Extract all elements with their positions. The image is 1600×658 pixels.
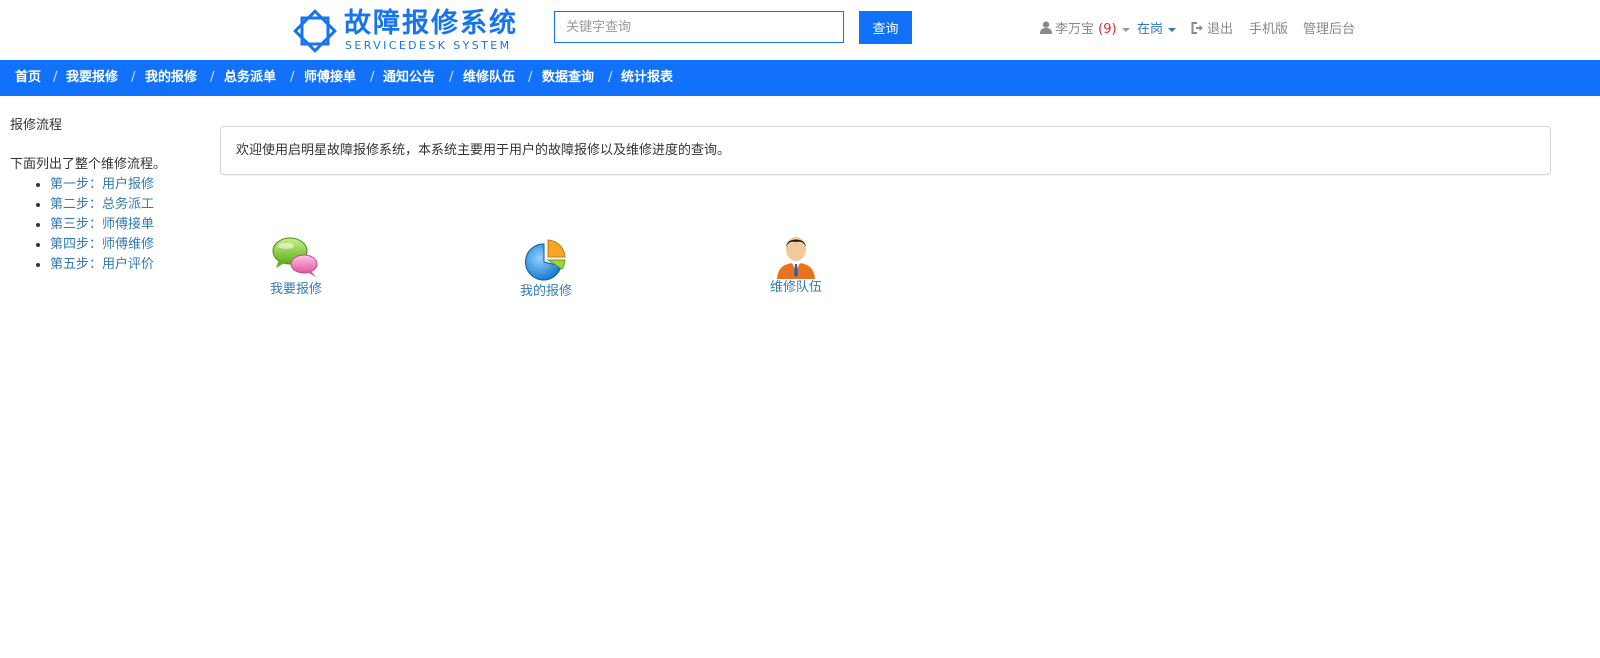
logo-title: 故障报修系统	[344, 8, 518, 39]
step-link-5[interactable]: 第五步：用户评价	[50, 257, 154, 272]
nav-separator: /	[449, 70, 454, 85]
nav-separator: /	[290, 70, 295, 85]
nav-separator: /	[210, 70, 215, 85]
logo[interactable]: 故障报修系统 SERVICEDESK SYSTEM	[292, 8, 532, 54]
chevron-down-icon	[1121, 27, 1130, 32]
quick-link-team[interactable]: 维修队伍	[736, 235, 856, 297]
list-item: 第二步：总务派工	[50, 195, 154, 215]
nav-item-dispatch[interactable]: 总务派单	[224, 60, 276, 96]
list-item: 第一步：用户报修	[50, 175, 154, 195]
list-item: 第五步：用户评价	[50, 255, 154, 275]
nav-item-reports[interactable]: 统计报表	[621, 60, 673, 96]
nav-item-data-query[interactable]: 数据查询	[542, 60, 594, 96]
nav-separator: /	[528, 70, 533, 85]
main-navbar: 首页 / 我要报修 / 我的报修 / 总务派单 / 师傅接单 / 通知公告 / …	[0, 60, 1600, 96]
nav-item-accept-order[interactable]: 师傅接单	[304, 60, 356, 96]
chevron-down-icon	[1168, 27, 1177, 32]
sidebar-title: 报修流程	[10, 118, 63, 133]
logout-link[interactable]: 退出	[1191, 20, 1233, 40]
list-item: 第三步：师傅接单	[50, 215, 154, 235]
status-label: 在岗	[1137, 22, 1164, 37]
nav-item-notices[interactable]: 通知公告	[383, 60, 435, 96]
process-steps-list: 第一步：用户报修 第二步：总务派工 第三步：师傅接单 第四步：师傅维修 第五步：…	[10, 175, 154, 275]
logout-label: 退出	[1207, 22, 1234, 37]
quick-link-submit-repair[interactable]: 我要报修	[236, 235, 356, 299]
step-link-2[interactable]: 第二步：总务派工	[50, 197, 154, 212]
quick-link-label: 我要报修	[269, 282, 322, 297]
person-icon	[777, 237, 815, 279]
chat-bubbles-icon	[272, 237, 318, 277]
user-count-badge: (9)	[1098, 22, 1117, 37]
diamond-logo-icon	[293, 9, 337, 53]
sign-out-icon	[1191, 22, 1203, 34]
nav-item-submit-repair[interactable]: 我要报修	[66, 60, 118, 96]
status-dropdown[interactable]: 在岗	[1137, 20, 1177, 40]
nav-separator: /	[53, 70, 58, 85]
logo-subtitle: SERVICEDESK SYSTEM	[345, 39, 512, 52]
quick-link-label: 我的报修	[519, 284, 572, 299]
step-link-3[interactable]: 第三步：师傅接单	[50, 217, 154, 232]
welcome-text: 欢迎使用启明星故障报修系统，本系统主要用于用户的故障报修以及维修进度的查询。	[236, 143, 731, 158]
step-link-1[interactable]: 第一步：用户报修	[50, 177, 154, 192]
search-button[interactable]: 查询	[859, 11, 912, 44]
nav-separator: /	[131, 70, 136, 85]
user-menu[interactable]: 李万宝 (9)	[1040, 20, 1130, 40]
nav-item-home[interactable]: 首页	[15, 60, 41, 96]
nav-separator: /	[608, 70, 613, 85]
quick-link-my-repairs[interactable]: 我的报修	[486, 235, 606, 301]
pie-chart-icon	[525, 239, 566, 281]
quick-link-label: 维修队伍	[769, 280, 822, 295]
header: 故障报修系统 SERVICEDESK SYSTEM 查询 李万宝 (9) 在岗 …	[0, 0, 1600, 60]
list-item: 第四步：师傅维修	[50, 235, 154, 255]
user-icon	[1040, 21, 1052, 34]
nav-item-my-repairs[interactable]: 我的报修	[145, 60, 197, 96]
sidebar-description: 下面列出了整个维修流程。	[10, 157, 167, 172]
user-name: 李万宝	[1055, 22, 1095, 37]
search-input[interactable]	[554, 11, 844, 43]
nav-item-team[interactable]: 维修队伍	[463, 60, 515, 96]
admin-backend-link[interactable]: 管理后台	[1303, 20, 1355, 40]
welcome-panel: 欢迎使用启明星故障报修系统，本系统主要用于用户的故障报修以及维修进度的查询。	[220, 126, 1551, 175]
mobile-version-link[interactable]: 手机版	[1249, 20, 1288, 40]
nav-separator: /	[370, 70, 375, 85]
step-link-4[interactable]: 第四步：师傅维修	[50, 237, 154, 252]
